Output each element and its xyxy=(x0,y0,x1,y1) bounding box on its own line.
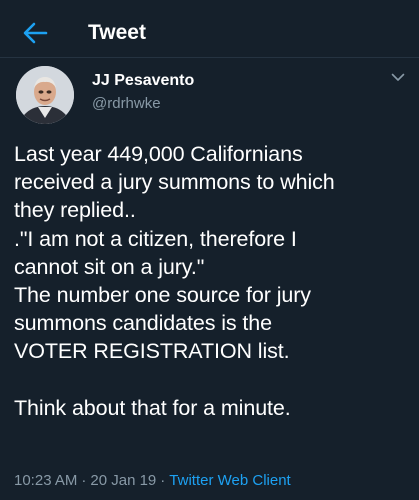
tweet-time[interactable]: 10:23 AM xyxy=(14,472,77,489)
back-button[interactable] xyxy=(18,16,52,50)
tweet-line: VOTER REGISTRATION list. xyxy=(14,339,290,364)
author-handle[interactable]: @rdrhwke xyxy=(92,94,161,114)
tweet-line: they replied.. xyxy=(14,198,136,223)
page-title: Tweet xyxy=(88,21,146,44)
user-avatar xyxy=(16,66,74,124)
tweet-date[interactable]: 20 Jan 19 xyxy=(90,472,156,489)
author-name[interactable]: JJ Pesavento xyxy=(92,71,194,91)
chevron-down-icon xyxy=(391,73,405,81)
tweet-menu-button[interactable] xyxy=(387,66,409,88)
tweet-line: Last year 449,000 Californians xyxy=(14,142,303,166)
avatar[interactable] xyxy=(16,66,74,124)
tweet-text: Last year 449,000 Californians received … xyxy=(14,140,412,422)
tweet-meta: 10:23 AM · 20 Jan 19 · Twitter Web Client xyxy=(14,471,291,491)
tweet-screen: Tweet JJ Pesavento @rdrhwke Last year 44… xyxy=(0,0,419,500)
tweet-line: The number one source for jury xyxy=(14,283,311,308)
tweet-line: Think about that for a minute. xyxy=(14,395,291,420)
top-bar: Tweet xyxy=(0,0,419,58)
tweet-line: ."I am not a citizen, therefore I xyxy=(14,226,297,251)
arrow-left-icon xyxy=(23,22,48,44)
tweet-client-link[interactable]: Twitter Web Client xyxy=(169,472,290,489)
tweet-line: summons candidates is the xyxy=(14,311,273,336)
tweet-line: cannot sit on a jury." xyxy=(14,254,205,279)
tweet-line: received a jury summons to which xyxy=(14,170,335,195)
meta-separator: · xyxy=(81,472,87,489)
meta-separator: · xyxy=(160,472,166,489)
